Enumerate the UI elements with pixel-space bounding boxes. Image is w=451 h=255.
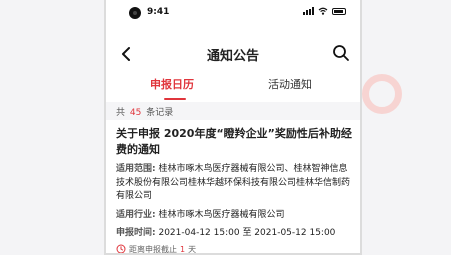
search-icon <box>333 45 349 61</box>
deadline-suffix: 天 <box>188 244 197 254</box>
deadline-days: 1 <box>180 244 186 254</box>
page-title: 通知公告 <box>206 49 259 64</box>
industry-row: 适用行业: 桂林市啄木鸟医疗器械有限公司 <box>116 209 352 223</box>
industry-label: 适用行业: <box>116 209 156 220</box>
record-count-number: 45 <box>129 108 142 118</box>
wifi-icon <box>318 7 328 15</box>
phone-frame: 9:41 通知公告 申报日历 活动通知 共 45 条记录 关于申报 2020年度… <box>104 0 362 255</box>
background-panel <box>365 0 451 255</box>
status-bar: 9:41 <box>106 0 360 22</box>
record-count-bar: 共 45 条记录 <box>106 102 360 120</box>
signal-icon <box>303 7 314 15</box>
status-time: 9:41 <box>147 7 170 17</box>
camera-icon <box>129 7 141 19</box>
deadline-prefix: 距离申报截止 <box>129 244 177 254</box>
active-tab-indicator <box>164 98 186 100</box>
status-icons <box>303 7 346 15</box>
tab-declaration-calendar[interactable]: 申报日历 <box>150 76 194 92</box>
tab-bar: 申报日历 活动通知 <box>106 72 360 102</box>
scope-row: 适用范围: 桂林市啄木鸟医疗器械有限公司、桂林智神信息技术股份有限公司桂林华越环… <box>116 163 352 204</box>
decorative-ring-inner <box>370 82 394 106</box>
notice-card[interactable]: 关于申报 2020年度“瞪羚企业”奖励性后补助经费的通知 适用范围: 桂林市啄木… <box>116 126 352 254</box>
notice-title[interactable]: 关于申报 2020年度“瞪羚企业”奖励性后补助经费的通知 <box>116 126 352 158</box>
record-count-suffix: 条记录 <box>146 108 174 118</box>
record-count-prefix: 共 <box>116 108 126 118</box>
scope-label: 适用范围: <box>116 164 156 174</box>
deadline-row: 距离申报截止 1 天 <box>116 244 352 254</box>
time-label: 申报时间: <box>116 228 156 238</box>
time-row: 申报时间: 2021-04-12 15:00 至 2021-05-12 15:0… <box>116 227 352 241</box>
clock-icon <box>116 244 126 253</box>
time-value: 2021-04-12 15:00 至 2021-05-12 15:00 <box>158 228 336 238</box>
nav-bar: 通知公告 <box>106 38 360 72</box>
tab-activity-notice[interactable]: 活动通知 <box>268 76 312 92</box>
industry-value: 桂林市啄木鸟医疗器械有限公司 <box>158 209 285 220</box>
search-button[interactable] <box>332 44 350 62</box>
battery-icon <box>332 7 346 15</box>
